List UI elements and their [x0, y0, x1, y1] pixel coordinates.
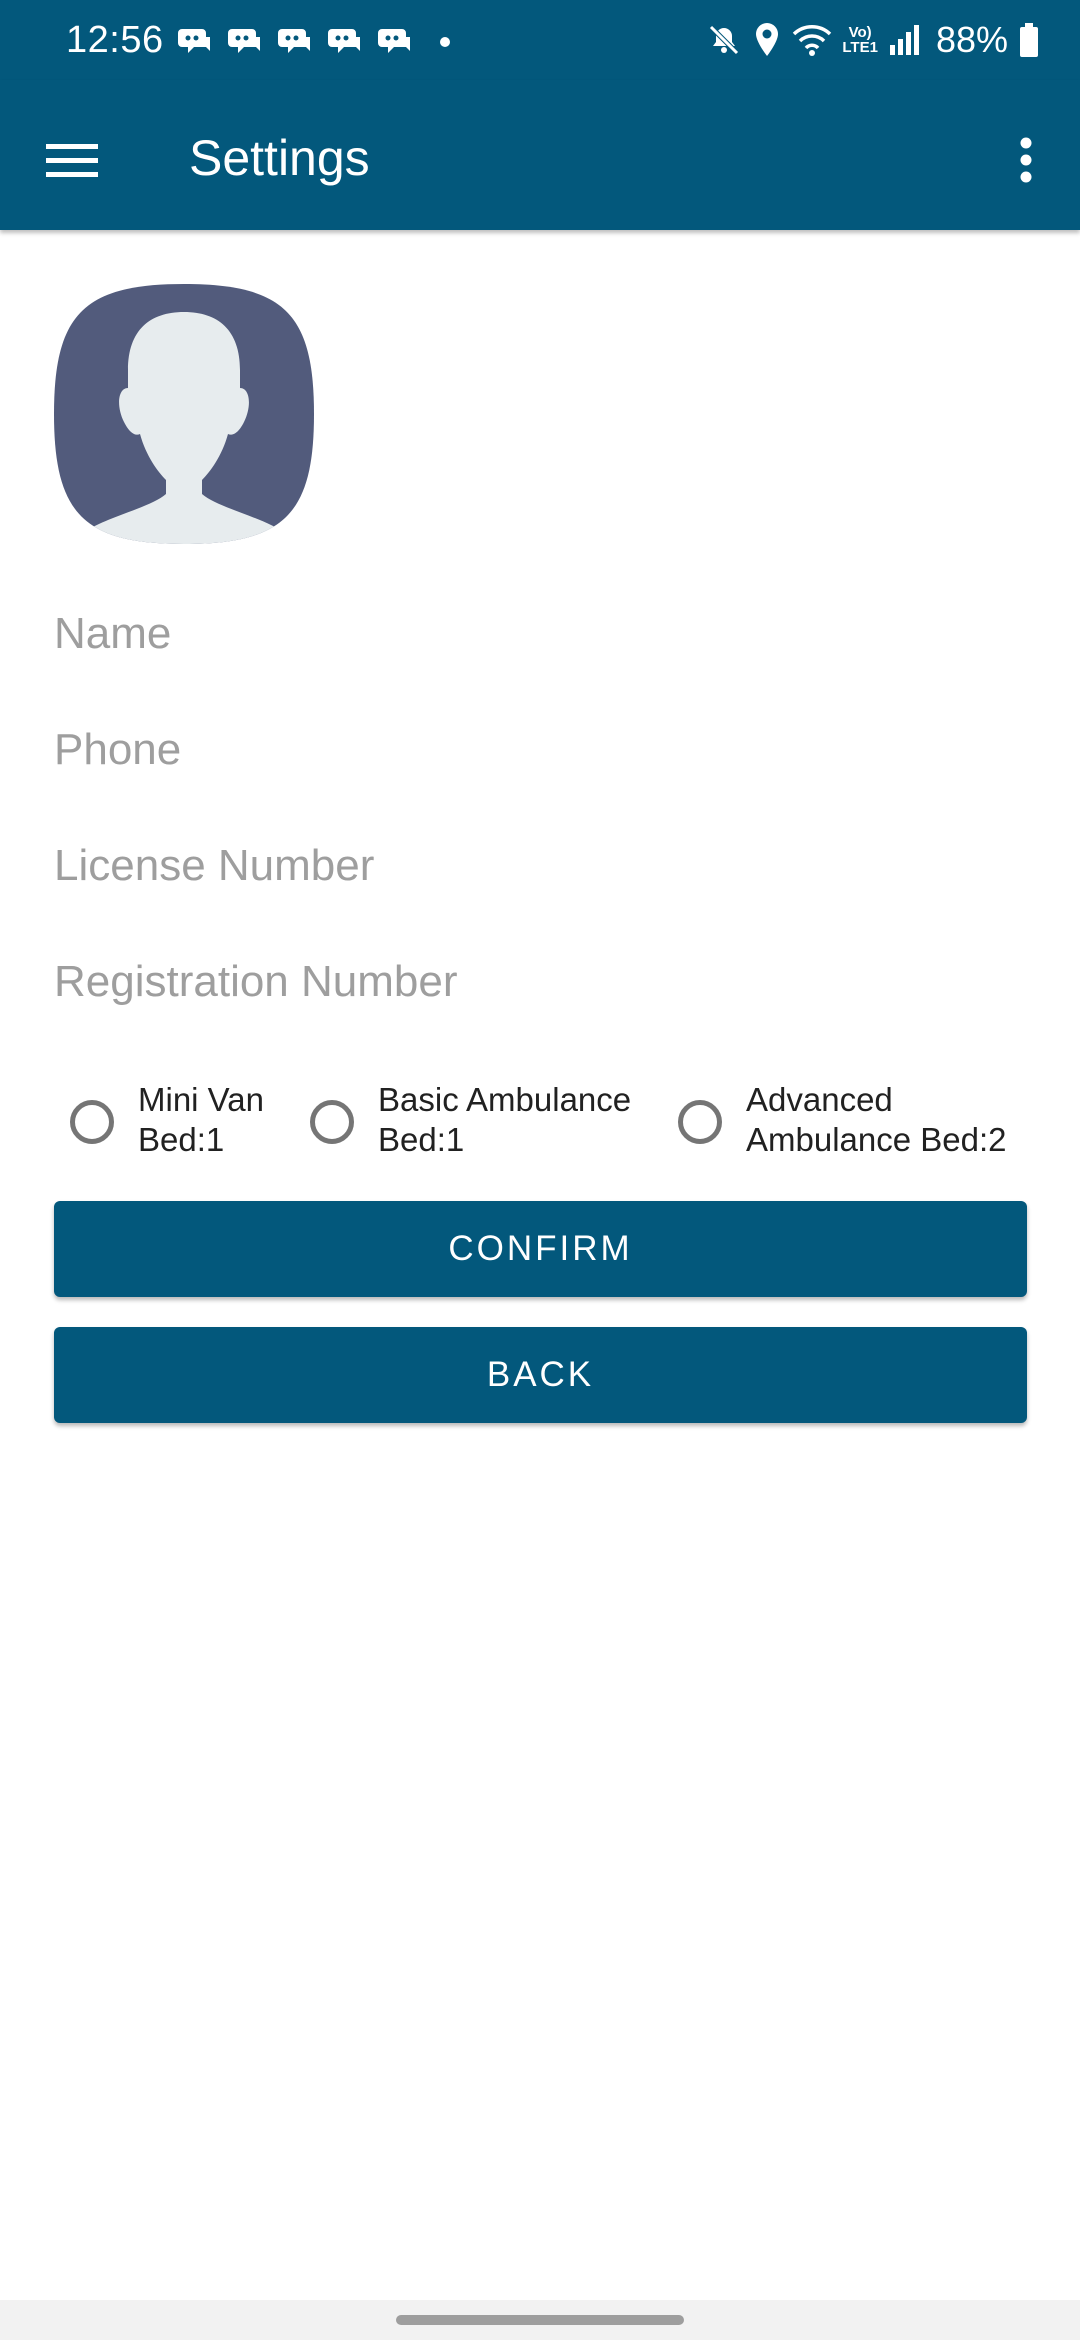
radio-button-circle[interactable] — [70, 1100, 114, 1144]
license-number-input[interactable] — [54, 826, 1026, 906]
status-bar: 12:56 Vo) LTE1 88% — [0, 0, 1080, 80]
radio-button-circle[interactable] — [310, 1100, 354, 1144]
more-vert-icon — [1020, 137, 1032, 183]
status-time: 12:56 — [66, 19, 164, 61]
radio-advanced-ambulance[interactable]: Advanced Ambulance Bed:2 — [662, 1080, 1044, 1170]
radio-label-basic-ambulance: Basic Ambulance Bed:1 — [378, 1080, 631, 1160]
discord-icon — [228, 29, 260, 53]
battery-icon — [1020, 23, 1038, 57]
radio-label-advanced-ambulance: Advanced Ambulance Bed:2 — [746, 1080, 1007, 1160]
network-type-label: Vo) LTE1 — [842, 25, 878, 55]
radio-label-line2: Bed:1 — [378, 1121, 465, 1158]
status-icons: Vo) LTE1 88% — [706, 18, 1040, 62]
radio-label-mini-van: Mini Van Bed:1 — [138, 1080, 264, 1160]
page-title: Settings — [189, 130, 370, 186]
system-navigation-bar — [0, 2300, 1080, 2340]
name-field[interactable] — [54, 594, 1026, 674]
radio-button-circle[interactable] — [678, 1100, 722, 1144]
phone-input[interactable] — [54, 710, 1026, 790]
radio-label-line2: Ambulance Bed:2 — [746, 1121, 1007, 1158]
discord-icon — [278, 29, 310, 53]
vehicle-type-radio-group: Mini Van Bed:1 Basic Ambulance Bed:1 Adv… — [54, 1080, 1044, 1170]
mute-icon — [709, 25, 740, 55]
overflow-menu-button[interactable] — [994, 118, 1058, 202]
discord-icon — [178, 29, 210, 53]
volte-label: Vo) — [848, 24, 872, 41]
radio-label-line1: Basic Ambulance — [378, 1081, 632, 1118]
home-gesture-handle[interactable] — [396, 2315, 684, 2325]
location-icon — [756, 23, 779, 56]
radio-mini-van[interactable]: Mini Van Bed:1 — [54, 1080, 284, 1170]
menu-button[interactable] — [30, 118, 114, 202]
discord-icon — [378, 29, 410, 53]
lte-label: LTE1 — [842, 39, 878, 56]
app-bar: Settings — [0, 80, 1080, 230]
back-button[interactable]: BACK — [54, 1327, 1027, 1423]
wifi-icon — [793, 25, 832, 56]
name-input[interactable] — [54, 594, 1026, 674]
radio-label-line1: Mini Van — [138, 1081, 264, 1118]
registration-number-field[interactable] — [54, 942, 1026, 1022]
battery-percent: 88% — [935, 19, 1008, 60]
profile-avatar[interactable] — [54, 284, 314, 544]
radio-label-line2: Bed:1 — [138, 1121, 225, 1158]
hamburger-menu-icon — [46, 144, 98, 177]
confirm-button[interactable]: CONFIRM — [54, 1201, 1027, 1297]
radio-label-line1: Advanced — [746, 1081, 893, 1118]
notification-icons — [178, 24, 450, 60]
signal-icon — [889, 25, 919, 55]
phone-field[interactable] — [54, 710, 1026, 790]
radio-basic-ambulance[interactable]: Basic Ambulance Bed:1 — [294, 1080, 654, 1170]
more-notifications-dot — [440, 37, 450, 47]
license-number-field[interactable] — [54, 826, 1026, 906]
discord-icon — [328, 29, 360, 53]
registration-number-input[interactable] — [54, 942, 1026, 1022]
